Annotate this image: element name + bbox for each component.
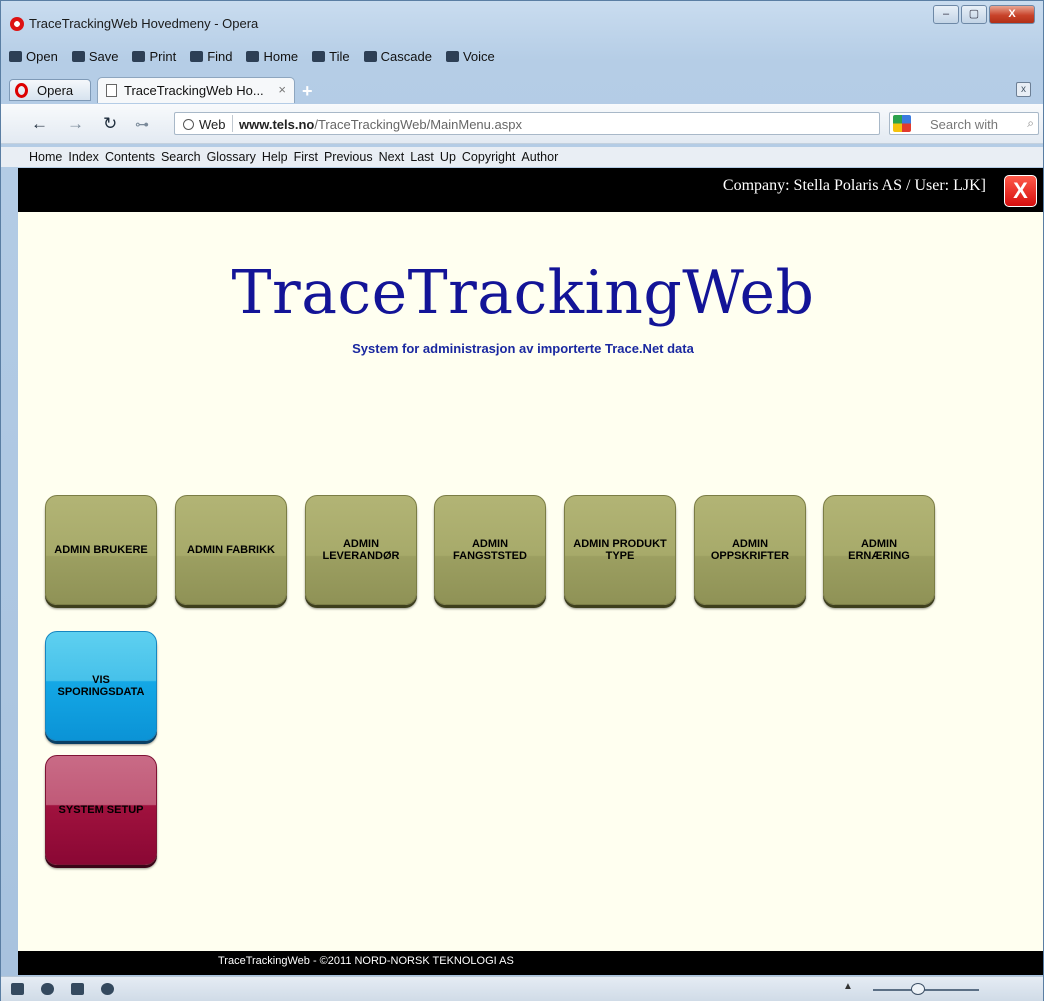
address-bar[interactable]: Web www.tels.no/TraceTrackingWeb/MainMen… bbox=[174, 112, 880, 135]
opera-menu-button[interactable]: Opera bbox=[9, 79, 91, 101]
page-icon bbox=[106, 84, 117, 97]
admin-leverandor-button[interactable]: ADMIN LEVERANDØR bbox=[305, 495, 417, 605]
close-window-button[interactable]: X bbox=[989, 5, 1035, 24]
tab-tracetrackingweb[interactable]: TraceTrackingWeb Ho... × bbox=[97, 77, 295, 103]
admin-fangststed-button[interactable]: ADMIN FANGSTSTED bbox=[434, 495, 546, 605]
reload-icon[interactable]: ↻ bbox=[103, 114, 117, 134]
print-icon bbox=[132, 50, 146, 62]
close-tab-icon[interactable]: × bbox=[278, 82, 286, 97]
search-placeholder: Search with bbox=[930, 117, 998, 132]
address-toolbar: ← → ↻ ⊶ Web www.tels.no/TraceTrackingWeb… bbox=[1, 104, 1043, 144]
nav-contents[interactable]: Contents bbox=[105, 150, 155, 164]
nav-first[interactable]: First bbox=[294, 150, 318, 164]
nav-glossary[interactable]: Glossary bbox=[207, 150, 256, 164]
forward-icon[interactable]: → bbox=[67, 114, 84, 134]
toolbar-open-button[interactable]: Open bbox=[9, 49, 58, 64]
nav-help[interactable]: Help bbox=[262, 150, 288, 164]
nav-index[interactable]: Index bbox=[68, 150, 99, 164]
nav-previous[interactable]: Previous bbox=[324, 150, 373, 164]
page-title: TraceTrackingWeb bbox=[231, 258, 815, 328]
search-icon bbox=[190, 50, 204, 62]
toolbar-voice-button[interactable]: Voice bbox=[445, 49, 495, 64]
zoom-menu-icon[interactable]: ▲ bbox=[843, 981, 853, 992]
turbo-icon[interactable] bbox=[71, 983, 84, 995]
new-tab-button[interactable]: + bbox=[302, 81, 313, 102]
site-info[interactable]: Web bbox=[183, 117, 226, 132]
save-icon bbox=[71, 50, 85, 62]
microphone-icon bbox=[445, 50, 459, 62]
nav-up[interactable]: Up bbox=[440, 150, 456, 164]
globe-icon bbox=[183, 119, 194, 130]
browser-window: TraceTrackingWeb Hovedmeny - Opera – ▢ X… bbox=[0, 0, 1044, 1001]
nav-last[interactable]: Last bbox=[410, 150, 434, 164]
toolbar-find-button[interactable]: Find bbox=[190, 49, 232, 64]
opera-logo-icon bbox=[15, 83, 28, 98]
footer-text: TraceTrackingWeb - ©2011 NORD-NORSK TEKN… bbox=[218, 955, 514, 967]
search-icon[interactable]: ⌕ bbox=[1027, 116, 1034, 131]
cascade-icon bbox=[363, 50, 377, 62]
back-icon[interactable]: ← bbox=[31, 114, 48, 134]
toolbar-tile-button[interactable]: Tile bbox=[312, 49, 350, 64]
logout-button[interactable]: X bbox=[1004, 175, 1037, 207]
page-subtitle: System for administrasjon av importerte … bbox=[352, 341, 694, 356]
nav-home[interactable]: Home bbox=[29, 150, 62, 164]
nav-author[interactable]: Author bbox=[521, 150, 558, 164]
nav-search[interactable]: Search bbox=[161, 150, 201, 164]
system-setup-button[interactable]: SYSTEM SETUP bbox=[45, 755, 157, 865]
nav-copyright[interactable]: Copyright bbox=[462, 150, 516, 164]
company-user-label: Company: Stella Polaris AS / User: LJK] bbox=[722, 177, 986, 194]
tab-bar: Opera TraceTrackingWeb Ho... × + x bbox=[9, 77, 1039, 103]
title-bar: TraceTrackingWeb Hovedmeny - Opera – ▢ X bbox=[1, 1, 1043, 41]
minimize-button[interactable]: – bbox=[933, 5, 959, 24]
toolbar: Open Save Print Find Home Tile Cascade V… bbox=[9, 45, 495, 67]
speed-dial-icon[interactable] bbox=[101, 983, 114, 995]
url-text: www.tels.no/TraceTrackingWeb/MainMenu.as… bbox=[239, 117, 522, 132]
closed-tabs-icon[interactable]: x bbox=[1016, 82, 1031, 97]
google-icon[interactable] bbox=[893, 115, 911, 132]
opera-logo-icon bbox=[10, 17, 24, 31]
search-field[interactable]: Search with ⌕ bbox=[889, 112, 1039, 135]
toolbar-save-button[interactable]: Save bbox=[71, 49, 118, 64]
toolbar-cascade-button[interactable]: Cascade bbox=[363, 49, 432, 64]
admin-oppskrifter-button[interactable]: ADMIN OPPSKRIFTER bbox=[694, 495, 806, 605]
admin-ernaering-button[interactable]: ADMIN ERNÆRING bbox=[823, 495, 935, 605]
page-content: Company: Stella Polaris AS / User: LJK] … bbox=[18, 168, 1043, 975]
admin-produkt-type-button[interactable]: ADMIN PRODUKT TYPE bbox=[564, 495, 676, 605]
window-title: TraceTrackingWeb Hovedmeny - Opera bbox=[29, 16, 259, 31]
vis-sporingsdata-button[interactable]: VIS SPORINGSDATA bbox=[45, 631, 157, 741]
admin-fabrikk-button[interactable]: ADMIN FABRIKK bbox=[175, 495, 287, 605]
navigation-bar: Home Index Contents Search Glossary Help… bbox=[1, 147, 1043, 167]
maximize-button[interactable]: ▢ bbox=[961, 5, 987, 24]
toolbar-home-button[interactable]: Home bbox=[246, 49, 298, 64]
status-bar: ▲ bbox=[1, 976, 1043, 1001]
tab-label: TraceTrackingWeb Ho... bbox=[124, 83, 264, 98]
key-icon[interactable]: ⊶ bbox=[135, 116, 149, 133]
zoom-slider-knob[interactable] bbox=[911, 983, 925, 995]
admin-brukere-button[interactable]: ADMIN BRUKERE bbox=[45, 495, 157, 605]
zoom-slider-track[interactable] bbox=[873, 989, 979, 991]
home-icon bbox=[246, 50, 260, 62]
toolbar-print-button[interactable]: Print bbox=[132, 49, 176, 64]
folder-icon bbox=[9, 50, 22, 62]
tile-icon bbox=[312, 50, 326, 62]
panel-toggle-icon[interactable] bbox=[11, 983, 24, 995]
nav-next[interactable]: Next bbox=[379, 150, 405, 164]
page-header: Company: Stella Polaris AS / User: LJK] … bbox=[18, 168, 1043, 212]
unite-icon[interactable] bbox=[41, 983, 54, 995]
page-footer: TraceTrackingWeb - ©2011 NORD-NORSK TEKN… bbox=[18, 951, 1043, 975]
